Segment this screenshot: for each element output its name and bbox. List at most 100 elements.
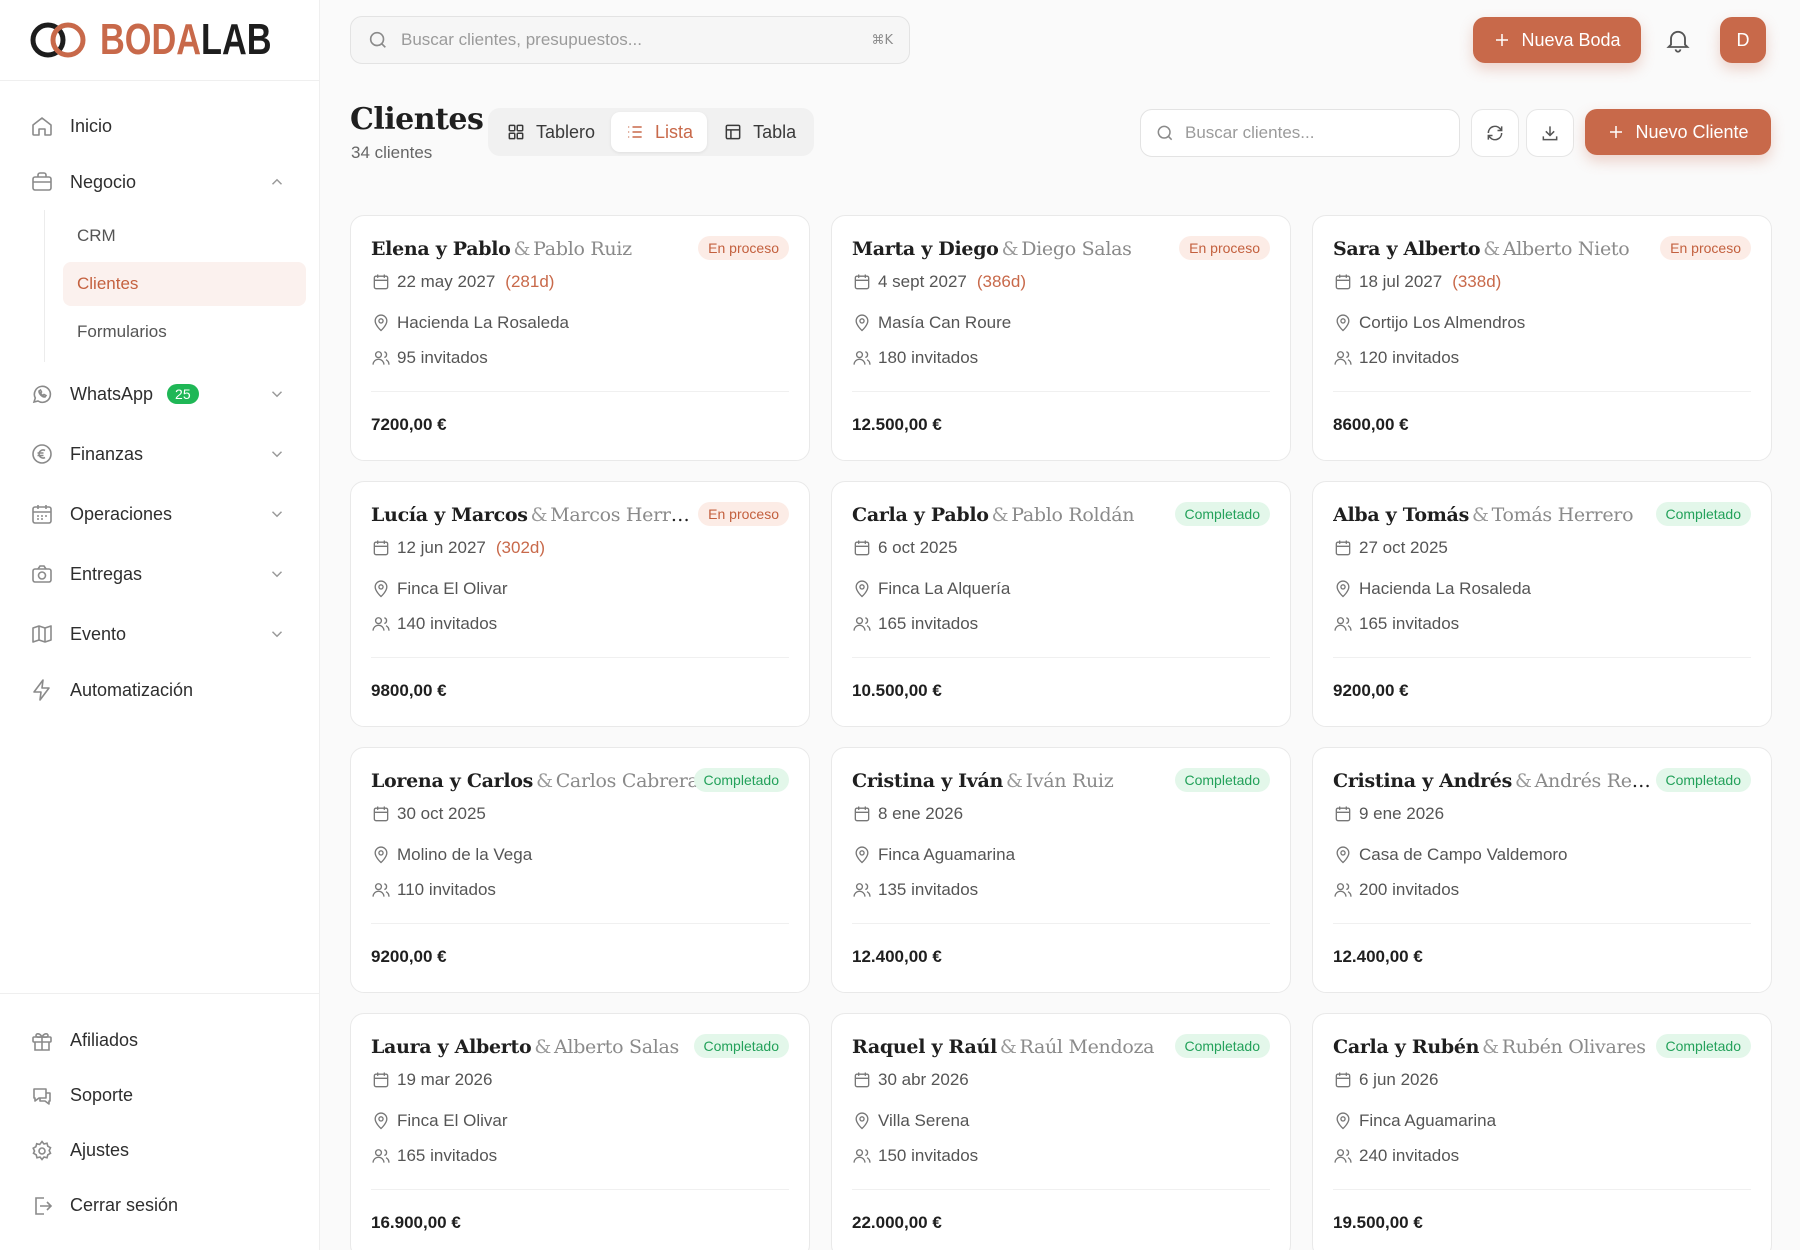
- guests-text: 110 invitados: [397, 880, 496, 899]
- sidebar-item-cerrar-sesion[interactable]: Cerrar sesión: [0, 1178, 320, 1233]
- location-pin-icon: [374, 846, 388, 864]
- client-card[interactable]: Lorena y Carlos & Carlos Cabrera Completad…: [350, 747, 810, 993]
- client-card[interactable]: Elena y Pablo & Pablo Ruiz En proceso 22 m…: [350, 215, 810, 461]
- days-remaining: (338d): [1452, 272, 1502, 291]
- status-badge: En proceso: [1179, 236, 1270, 261]
- date-text: 8 ene 2026: [878, 804, 964, 823]
- couple-name: Cristina y Iván: [852, 770, 1003, 792]
- sidebar-item-clientes[interactable]: Clientes: [63, 262, 306, 306]
- lightning-icon: [33, 679, 50, 701]
- top-bar: ⌘K Nueva Boda D: [320, 0, 1800, 80]
- sidebar-item-label: Cerrar sesión: [70, 1195, 179, 1215]
- sidebar-item-inicio[interactable]: Inicio: [0, 98, 320, 154]
- client-card[interactable]: Sara y Alberto & Alberto Nieto En proceso …: [1312, 215, 1772, 461]
- guest-count: 135 invitados: [852, 880, 978, 900]
- status-badge: Completado: [1174, 1034, 1270, 1059]
- partner-name: Alberto Nieto: [1502, 238, 1630, 260]
- sidebar-item-whatsapp[interactable]: WhatsApp 25: [0, 366, 320, 422]
- refresh-button[interactable]: [1471, 109, 1519, 157]
- sidebar-item-label: Operaciones: [70, 503, 173, 524]
- sidebar-item-entregas[interactable]: Entregas: [0, 546, 320, 602]
- tab-tabla[interactable]: Tabla: [709, 112, 810, 152]
- sidebar-footer-nav: Afiliados Soporte Ajustes Cerrar sesión: [0, 1013, 320, 1233]
- plus-icon: [1496, 34, 1509, 46]
- brand-logo[interactable]: BODALAB: [28, 18, 320, 62]
- download-button[interactable]: [1526, 109, 1574, 157]
- view-toggle: Tablero Lista Tabla: [488, 108, 815, 156]
- tab-tablero[interactable]: Tablero: [492, 112, 609, 152]
- date-text: 27 oct 2025: [1359, 538, 1448, 557]
- client-card[interactable]: Cristina y Iván & Iván Ruiz Completado 8 e…: [831, 747, 1291, 993]
- guest-count: 180 invitados: [852, 348, 978, 368]
- new-wedding-button[interactable]: Nueva Boda: [1473, 17, 1641, 63]
- card-divider: [1333, 923, 1751, 924]
- sidebar-item-ajustes[interactable]: Ajustes: [0, 1123, 320, 1178]
- client-card[interactable]: Lucía y Marcos & Marcos Herrero En proceso…: [350, 481, 810, 727]
- calendar-icon: [373, 274, 389, 290]
- new-client-button[interactable]: Nuevo Cliente: [1585, 109, 1771, 155]
- calendar-icon: [373, 540, 389, 556]
- client-search[interactable]: [1140, 109, 1460, 157]
- sidebar-item-label: WhatsApp: [70, 383, 154, 404]
- venue: Villa Serena: [852, 1111, 969, 1131]
- client-card[interactable]: Marta y Diego & Diego Salas En proceso 4 s…: [831, 215, 1291, 461]
- sidebar-item-formularios[interactable]: Formularios: [63, 310, 306, 354]
- sidebar-item-evento[interactable]: Evento: [0, 606, 320, 662]
- tab-lista[interactable]: Lista: [611, 112, 708, 152]
- grid-icon: [508, 124, 524, 140]
- client-card[interactable]: Laura y Alberto & Alberto Salas Completado…: [350, 1013, 810, 1250]
- days-remaining: (281d): [505, 272, 555, 291]
- location-pin-icon: [855, 580, 869, 598]
- budget-amount: 12.400,00 €: [1333, 947, 1423, 966]
- partner-name: Rubén Olivares: [1501, 1036, 1646, 1058]
- ampersand: &: [1482, 1036, 1499, 1058]
- budget-amount: 19.500,00 €: [1333, 1213, 1423, 1232]
- new-wedding-label: Nueva Boda: [1521, 29, 1621, 50]
- sidebar-divider: [0, 80, 319, 81]
- partner-name: Tomás Herrero: [1491, 504, 1634, 526]
- budget-amount: 22.000,00 €: [852, 1213, 942, 1232]
- wedding-date: 8 ene 2026: [852, 804, 973, 824]
- sidebar-item-soporte[interactable]: Soporte: [0, 1068, 320, 1123]
- ampersand: &: [530, 504, 548, 526]
- bell-icon[interactable]: [1664, 26, 1692, 54]
- venue-text: Finca Aguamarina: [878, 845, 1016, 864]
- status-badge: Completado: [1174, 768, 1270, 793]
- card-divider: [852, 657, 1270, 658]
- sidebar-item-afiliados[interactable]: Afiliados: [0, 1013, 320, 1068]
- download-icon: [1542, 126, 1558, 141]
- calendar-icon: [854, 274, 870, 290]
- global-search[interactable]: ⌘K: [350, 16, 910, 64]
- partner-name: Alberto Salas: [554, 1036, 679, 1058]
- guest-count: 165 invitados: [852, 614, 978, 634]
- client-card[interactable]: Alba y Tomás & Tomás Herrero Completado 27…: [1312, 481, 1772, 727]
- sidebar-item-finanzas[interactable]: Finanzas: [0, 426, 320, 482]
- client-search-input[interactable]: [1185, 123, 1459, 143]
- card-divider: [371, 391, 789, 392]
- client-card[interactable]: Carla y Rubén & Rubén Olivares Completado …: [1312, 1013, 1772, 1250]
- client-card[interactable]: Cristina y Andrés&Andrés Rentería Comple…: [1312, 747, 1772, 993]
- date-text: 4 sept 2027: [878, 272, 967, 291]
- client-card[interactable]: Raquel y Raúl & Raúl Mendoza Completado 30…: [831, 1013, 1291, 1250]
- partner-name: Pablo Roldán: [1011, 504, 1135, 526]
- client-card[interactable]: Carla y Pablo & Pablo Roldán Completado 6 …: [831, 481, 1291, 727]
- client-name: Laura y Alberto & Alberto Salas: [371, 1036, 699, 1058]
- sidebar-item-automatizacion[interactable]: Automatización: [0, 662, 320, 718]
- calendar-icon: [854, 1072, 870, 1088]
- sidebar-item-operaciones[interactable]: Operaciones: [0, 486, 320, 542]
- sidebar-item-crm[interactable]: CRM: [63, 214, 306, 258]
- venue: Finca La Alquería: [852, 579, 1010, 599]
- sidebar-item-negocio[interactable]: Negocio: [0, 154, 320, 210]
- search-icon: [1157, 125, 1173, 141]
- card-divider: [1333, 1189, 1751, 1190]
- user-avatar[interactable]: D: [1720, 17, 1766, 63]
- venue-text: Villa Serena: [878, 1111, 970, 1130]
- card-divider: [852, 923, 1270, 924]
- gift-icon: [32, 1032, 52, 1051]
- partner-name: Diego Salas: [1021, 238, 1132, 260]
- chevron-down-icon: [271, 631, 283, 638]
- new-client-label: Nuevo Cliente: [1635, 121, 1749, 142]
- status-badge: En proceso: [698, 502, 789, 527]
- brand-name: BODALAB: [100, 15, 272, 64]
- global-search-input[interactable]: [401, 30, 872, 50]
